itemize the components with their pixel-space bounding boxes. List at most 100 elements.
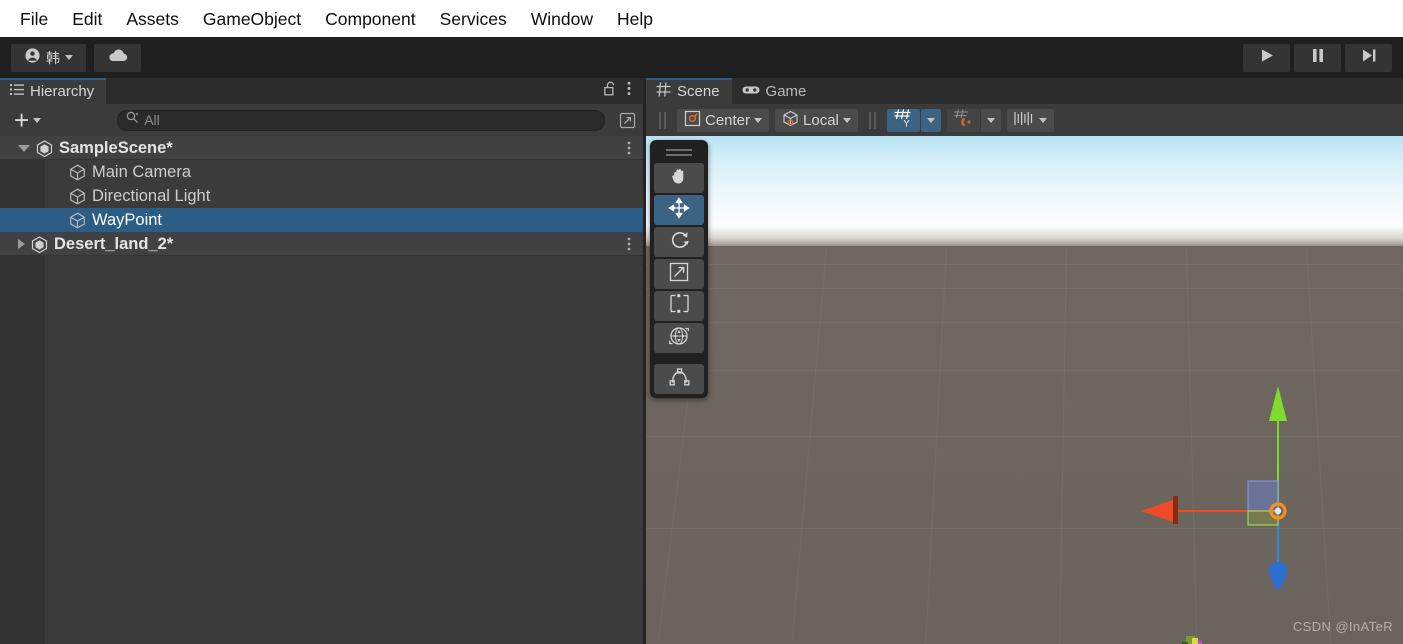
- hierarchy-tree: SampleScene* Main Camera Directional Light…: [0, 136, 643, 644]
- kebab-menu-icon[interactable]: [627, 81, 631, 101]
- main-menu-bar: File Edit Assets GameObject Component Se…: [0, 0, 1403, 37]
- menu-item-assets[interactable]: Assets: [114, 6, 191, 32]
- chevron-down-icon: [33, 117, 42, 123]
- grid-visibility-dropdown[interactable]: [920, 108, 941, 132]
- scene-panel: Scene Game Center Local Y CSDN @InATeR: [646, 78, 1403, 644]
- rect-tool[interactable]: [654, 291, 704, 321]
- hierarchy-row-label: SampleScene*: [59, 138, 173, 157]
- pivot-mode-button[interactable]: Center: [677, 108, 770, 132]
- lock-open-icon[interactable]: [604, 81, 617, 101]
- handle-local-icon: [782, 110, 799, 131]
- plus-icon: +: [14, 105, 30, 135]
- cloud-services-button[interactable]: [94, 43, 141, 72]
- editor-toolbar: 韩: [0, 37, 1403, 78]
- scene-tabstrip: Scene Game: [646, 78, 1403, 104]
- move-arrows-icon: [668, 196, 690, 224]
- search-input[interactable]: All: [117, 109, 605, 131]
- custom-tool[interactable]: [654, 364, 704, 394]
- grid-line: [646, 370, 1403, 371]
- rotate-tool[interactable]: [654, 227, 704, 257]
- chevron-down-icon: [986, 117, 995, 123]
- hierarchy-row-samplescene[interactable]: SampleScene*: [0, 136, 643, 160]
- foldout-open-icon[interactable]: [18, 144, 30, 152]
- scene-tools-palette: [650, 140, 708, 398]
- pivot-mode-label: Center: [705, 111, 751, 129]
- row-separator: [0, 255, 643, 256]
- grid-visibility-button[interactable]: Y: [886, 108, 920, 132]
- hierarchy-row-label: WayPoint: [92, 210, 162, 229]
- play-button[interactable]: [1243, 43, 1290, 72]
- tools-drag-handle[interactable]: [666, 147, 692, 157]
- open-in-new-window-icon[interactable]: [617, 110, 637, 130]
- move-tool[interactable]: [654, 195, 704, 225]
- handle-rotation-label: Local: [803, 111, 839, 129]
- scene-view-toolbar: Center Local Y: [646, 104, 1403, 136]
- hierarchy-row-directional-light[interactable]: Directional Light: [0, 184, 643, 208]
- toolbar-separator: [868, 111, 876, 129]
- step-button[interactable]: [1345, 43, 1392, 72]
- unity-editor-window: File Edit Assets GameObject Component Se…: [0, 0, 1403, 644]
- play-icon: [1260, 48, 1274, 68]
- account-button[interactable]: 韩: [11, 43, 86, 72]
- hierarchy-panel: Hierarchy + All SampleScene* Main Camera…: [0, 78, 643, 644]
- menu-item-edit[interactable]: Edit: [60, 6, 114, 32]
- tab-hierarchy-label: Hierarchy: [30, 82, 95, 100]
- pause-button[interactable]: [1294, 43, 1341, 72]
- horizon-haze: [646, 226, 1403, 248]
- search-icon: [126, 111, 139, 129]
- add-gameobject-button[interactable]: +: [6, 105, 49, 135]
- list-icon: [10, 83, 24, 100]
- tab-hierarchy[interactable]: Hierarchy: [0, 78, 107, 104]
- tab-game[interactable]: Game: [732, 78, 819, 104]
- hierarchy-search-row: + All: [0, 104, 643, 136]
- hand-icon: [669, 166, 689, 191]
- grid-line: [646, 528, 1403, 529]
- grid-snap-button[interactable]: [946, 108, 980, 132]
- gamepad-icon: [742, 83, 760, 100]
- scene-viewport[interactable]: CSDN @InATeR: [646, 136, 1403, 644]
- pause-icon: [1312, 48, 1324, 68]
- rotate-icon: [669, 229, 690, 255]
- menu-item-help[interactable]: Help: [605, 6, 665, 32]
- chevron-down-icon: [842, 117, 851, 123]
- hierarchy-row-label: Directional Light: [92, 186, 211, 205]
- grid-line: [646, 264, 1403, 265]
- kebab-menu-icon[interactable]: [627, 136, 631, 160]
- increment-snap-button[interactable]: [1006, 108, 1054, 132]
- menu-item-component[interactable]: Component: [313, 6, 427, 32]
- gameobject-cube-icon: [67, 210, 87, 230]
- unity-scene-icon: [34, 138, 54, 158]
- hierarchy-row-waypoint[interactable]: WayPoint: [0, 208, 643, 232]
- cloud-icon: [107, 47, 129, 68]
- grid-snap-dropdown[interactable]: [980, 108, 1001, 132]
- tab-game-label: Game: [765, 82, 807, 100]
- kebab-menu-icon[interactable]: [627, 232, 631, 256]
- tab-scene[interactable]: Scene: [646, 78, 732, 104]
- user-circle-icon: [24, 47, 41, 69]
- menu-item-window[interactable]: Window: [519, 6, 605, 32]
- hierarchy-tab-icons: [604, 78, 637, 104]
- transform-tool[interactable]: [654, 323, 704, 353]
- hierarchy-rows: SampleScene* Main Camera Directional Light…: [0, 136, 643, 256]
- scale-tool[interactable]: [654, 259, 704, 289]
- hand-tool[interactable]: [654, 163, 704, 193]
- toolbar-separator: [659, 111, 666, 129]
- grid-hash-icon: [656, 81, 671, 101]
- handle-rotation-button[interactable]: Local: [775, 108, 858, 132]
- grid-snap-magnet-icon: [954, 109, 973, 131]
- hierarchy-row-main-camera[interactable]: Main Camera: [0, 160, 643, 184]
- menu-item-gameobject[interactable]: GameObject: [191, 6, 313, 32]
- playmode-controls: [1243, 43, 1392, 72]
- grid-line: [646, 288, 1403, 289]
- skybox-gradient: [646, 136, 1403, 232]
- menu-item-file[interactable]: File: [8, 6, 60, 32]
- foldout-closed-icon[interactable]: [18, 239, 25, 249]
- gameobject-cube-icon: [67, 162, 87, 182]
- hierarchy-row-label: Desert_land_2*: [54, 234, 174, 253]
- hierarchy-row-desert-land-2[interactable]: Desert_land_2*: [0, 232, 643, 256]
- search-placeholder-label: All: [144, 112, 160, 128]
- grid-line: [646, 436, 1403, 437]
- menu-item-services[interactable]: Services: [428, 6, 519, 32]
- hierarchy-row-label: Main Camera: [92, 162, 192, 181]
- rect-transform-icon: [669, 294, 690, 318]
